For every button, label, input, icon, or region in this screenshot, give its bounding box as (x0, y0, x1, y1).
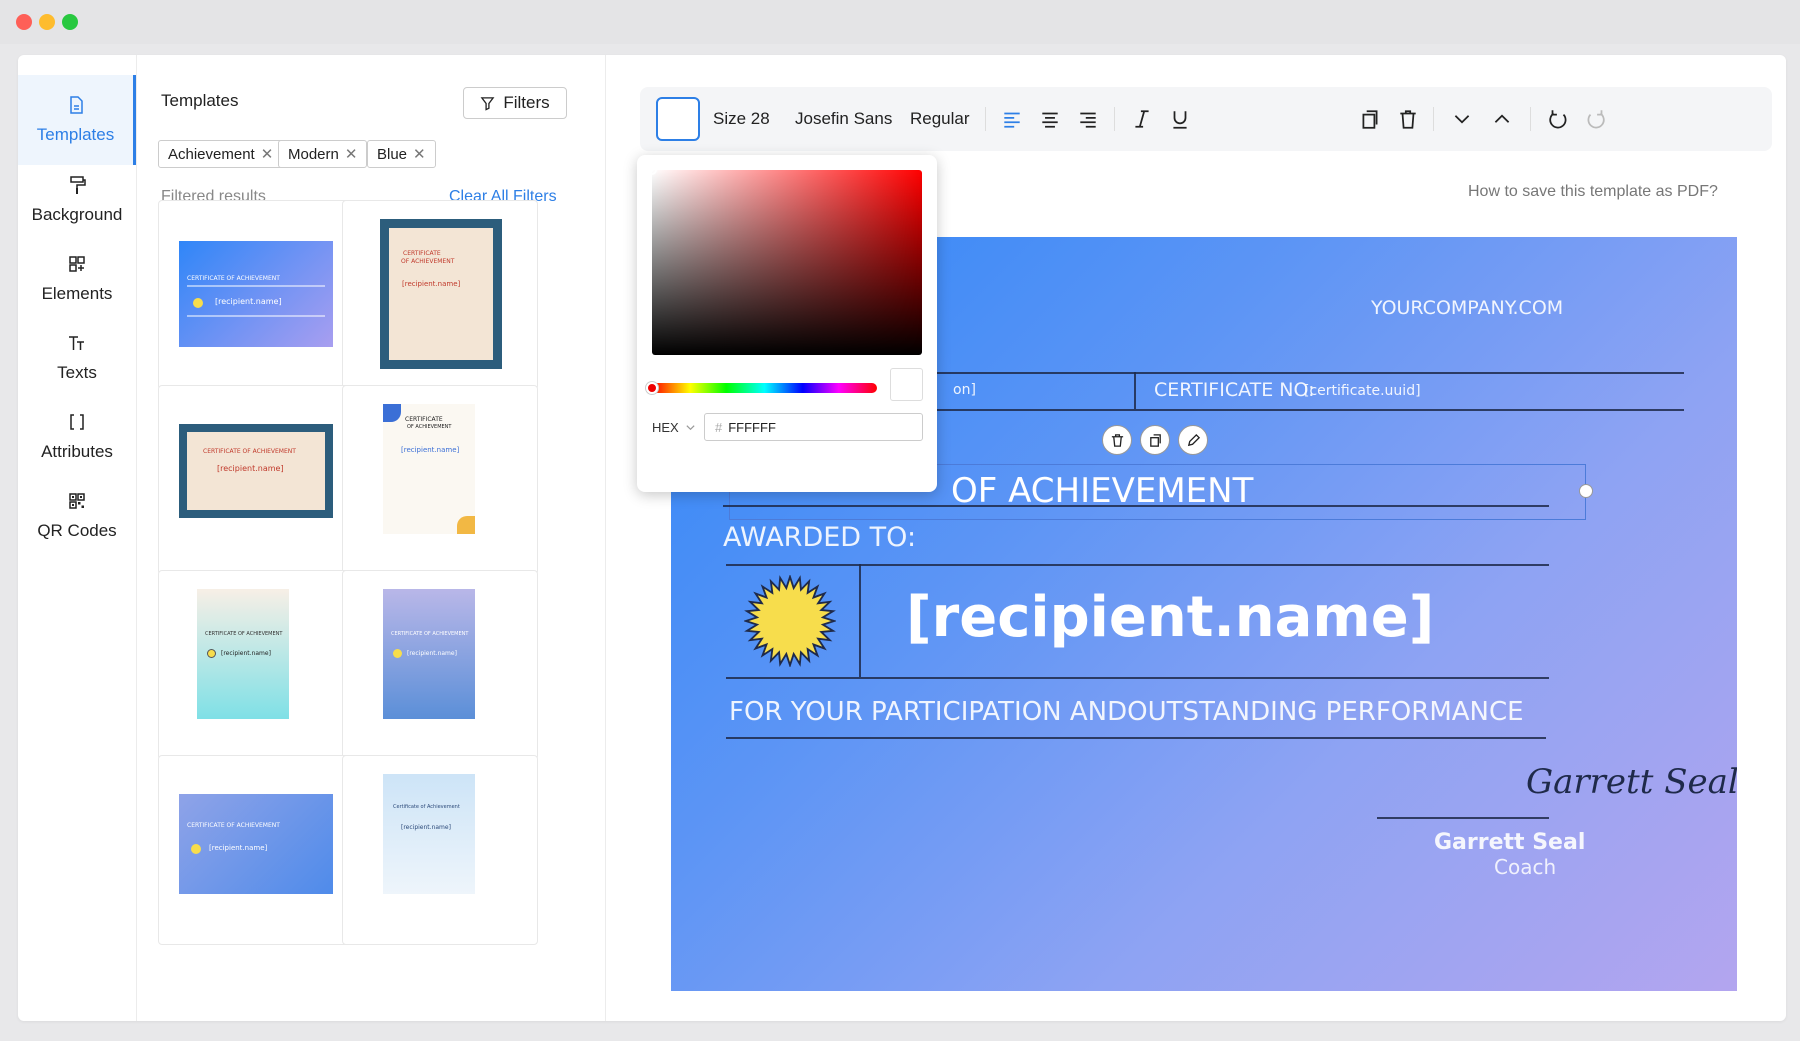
sidebar: Templates Background Elements Texts Attr… (18, 55, 136, 1021)
panel-title: Templates (161, 91, 239, 110)
sidebar-item-texts[interactable]: Texts (18, 313, 136, 403)
date-field[interactable]: on] (953, 382, 976, 398)
template-thumbnail: CERTIFICATE OF ACHIEVEMENT [recipient.na… (380, 219, 502, 369)
awarded-to-label[interactable]: AWARDED TO: (723, 522, 916, 553)
certificate-number-label[interactable]: CERTIFICATE NO: (1154, 379, 1315, 401)
template-card[interactable]: CERTIFICATE OF ACHIEVEMENT [recipient.na… (158, 570, 354, 760)
template-card[interactable]: CERTIFICATE OF ACHIEVEMENT [recipient.na… (342, 200, 538, 390)
undo-icon[interactable] (1546, 107, 1570, 131)
close-window-button[interactable] (16, 14, 32, 30)
template-card[interactable]: CERTIFICATE OF ACHIEVEMENT [recipient.na… (158, 755, 354, 945)
document-icon (69, 96, 83, 114)
text-color-swatch[interactable] (656, 97, 700, 141)
minimize-window-button[interactable] (39, 14, 55, 30)
font-size-select[interactable]: Size 28 (713, 109, 770, 129)
font-family-select[interactable]: Josefin Sans (795, 109, 892, 129)
save-as-pdf-link[interactable]: How to save this template as PDF? (1468, 183, 1718, 201)
copy-element-button[interactable] (1140, 425, 1170, 455)
signer-name[interactable]: Garrett Seal (1434, 830, 1585, 855)
close-icon[interactable]: ✕ (345, 145, 358, 163)
text-icon (69, 336, 84, 350)
sidebar-item-label: QR Codes (37, 521, 117, 540)
sidebar-item-label: Elements (41, 284, 113, 303)
shapes-icon (69, 256, 85, 272)
paint-roller-icon (70, 176, 86, 194)
maximize-window-button[interactable] (62, 14, 78, 30)
duplicate-icon[interactable] (1358, 107, 1382, 131)
reason-text[interactable]: FOR YOUR PARTICIPATION ANDOUTSTANDING PE… (729, 697, 1524, 727)
sidebar-item-attributes[interactable]: Attributes (18, 392, 136, 482)
filter-chip-modern[interactable]: Modern ✕ (278, 140, 368, 168)
filter-chip-blue[interactable]: Blue ✕ (367, 140, 436, 168)
font-weight-select[interactable]: Regular (910, 109, 970, 129)
filter-chip-achievement[interactable]: Achievement ✕ (158, 140, 284, 168)
template-card[interactable]: CERTIFICATE OF ACHIEVEMENT [recipient.na… (158, 385, 354, 575)
signature[interactable]: Garrett Seal (1526, 762, 1737, 802)
sidebar-item-label: Background (31, 205, 123, 224)
chevron-down-icon[interactable] (1450, 107, 1474, 131)
template-thumbnail: CERTIFICATE OF ACHIEVEMENT [recipient.na… (179, 241, 333, 347)
color-cursor[interactable] (647, 165, 657, 175)
template-thumbnail: CERTIFICATE OF ACHIEVEMENT [recipient.na… (179, 424, 333, 518)
close-icon[interactable]: ✕ (261, 145, 274, 163)
filters-label: Filters (503, 93, 550, 112)
chevron-down-icon (686, 425, 695, 431)
delete-element-button[interactable] (1102, 425, 1132, 455)
signer-title[interactable]: Coach (1494, 855, 1556, 879)
hue-slider-handle[interactable] (646, 382, 658, 394)
align-right-icon[interactable] (1076, 107, 1100, 131)
sidebar-item-elements[interactable]: Elements (18, 234, 136, 324)
sidebar-item-background[interactable]: Background (18, 155, 136, 245)
saturation-value-area[interactable] (652, 170, 922, 355)
hue-slider[interactable] (652, 383, 877, 393)
sidebar-item-label: Templates (36, 125, 115, 144)
template-card[interactable]: CERTIFICATE OF ACHIEVEMENT [recipient.na… (342, 385, 538, 575)
template-card[interactable]: Certificate of Achievement [recipient.na… (342, 755, 538, 945)
hex-input[interactable]: # FFFFFF (704, 413, 923, 441)
brackets-icon (70, 414, 84, 430)
underline-icon[interactable] (1168, 107, 1192, 131)
hex-value: FFFFFF (728, 419, 776, 435)
chip-label: Modern (288, 145, 339, 163)
funnel-icon (480, 96, 495, 111)
certificate-number-value[interactable]: [certificate.uuid] (1304, 383, 1421, 399)
edit-element-button[interactable] (1178, 425, 1208, 455)
template-thumbnail: Certificate of Achievement [recipient.na… (383, 774, 475, 894)
qr-code-icon (69, 493, 85, 509)
hash-prefix: # (715, 419, 723, 435)
template-thumbnail: CERTIFICATE OF ACHIEVEMENT [recipient.na… (179, 794, 333, 894)
color-preview-swatch (890, 368, 923, 401)
chip-label: Achievement (168, 145, 255, 163)
resize-handle[interactable] (1579, 484, 1593, 498)
color-mode-label: HEX (652, 420, 679, 435)
app-window: Templates Background Elements Texts Attr… (18, 55, 1786, 1021)
close-icon[interactable]: ✕ (413, 145, 426, 163)
align-center-icon[interactable] (1038, 107, 1062, 131)
color-mode-select[interactable]: HEX (652, 420, 696, 435)
templates-panel: Templates Filters Achievement ✕ Modern ✕… (136, 55, 606, 1021)
sidebar-item-qr-codes[interactable]: QR Codes (18, 471, 136, 561)
template-thumbnail: CERTIFICATE OF ACHIEVEMENT [recipient.na… (197, 589, 289, 719)
trash-icon[interactable] (1396, 107, 1420, 131)
italic-icon[interactable] (1130, 107, 1154, 131)
sidebar-item-templates[interactable]: Templates (18, 75, 136, 165)
color-picker-popover: HEX # FFFFFF (637, 155, 937, 492)
company-website[interactable]: YOURCOMPANY.COM (1371, 297, 1563, 319)
filters-button[interactable]: Filters (463, 87, 567, 119)
recipient-name[interactable]: [recipient.name] (906, 585, 1434, 650)
align-left-icon[interactable] (1000, 107, 1024, 131)
template-thumbnail: CERTIFICATE OF ACHIEVEMENT [recipient.na… (383, 589, 475, 719)
window-titlebar (0, 0, 1800, 44)
template-card[interactable]: CERTIFICATE OF ACHIEVEMENT [recipient.na… (342, 570, 538, 760)
chevron-up-icon[interactable] (1490, 107, 1514, 131)
template-thumbnail: CERTIFICATE OF ACHIEVEMENT [recipient.na… (383, 404, 475, 534)
sidebar-item-label: Texts (57, 363, 97, 382)
sidebar-item-label: Attributes (41, 442, 113, 461)
template-card[interactable]: CERTIFICATE OF ACHIEVEMENT [recipient.na… (158, 200, 354, 390)
text-toolbar: Size 28 Josefin Sans Regular (640, 87, 1772, 151)
seal-badge-icon[interactable] (744, 575, 836, 667)
chip-label: Blue (377, 145, 408, 163)
redo-icon[interactable] (1584, 107, 1608, 131)
